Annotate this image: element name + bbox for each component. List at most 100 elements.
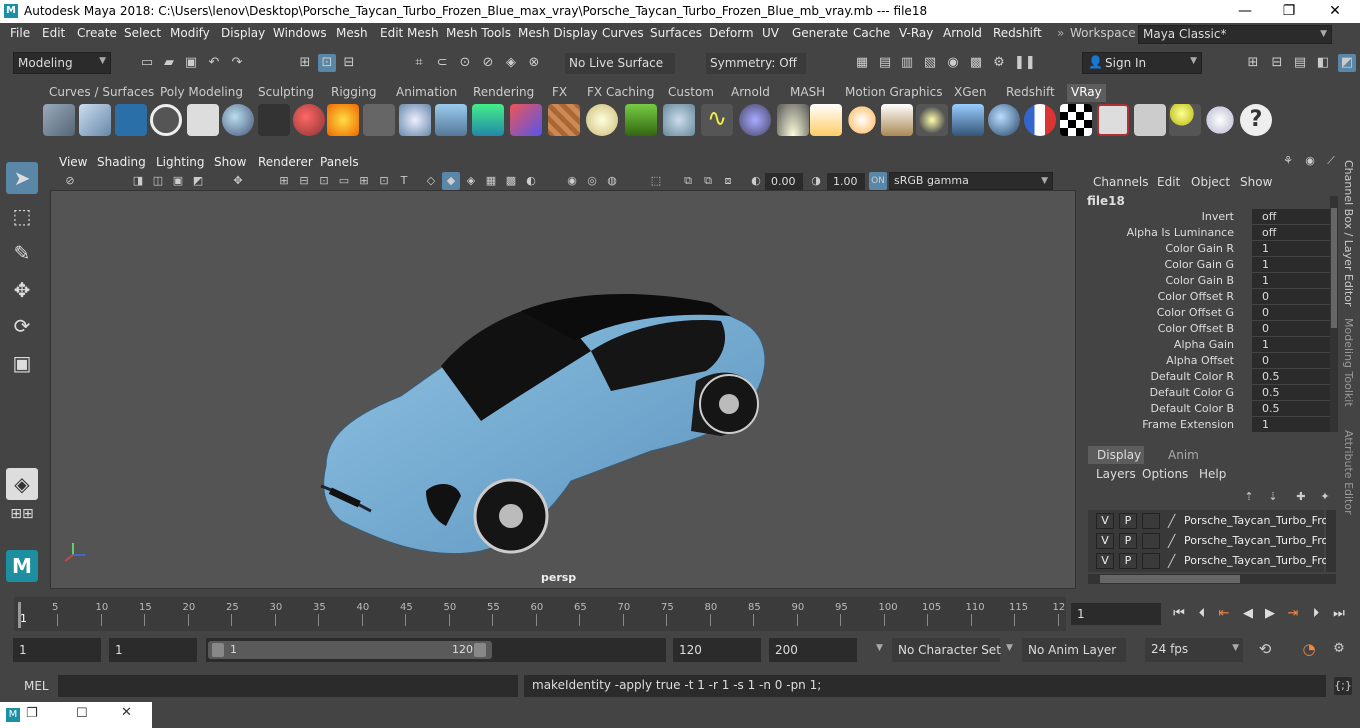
- layer-menu-options[interactable]: Options: [1142, 467, 1188, 481]
- viewport-menu-panels[interactable]: Panels: [320, 155, 359, 169]
- channel-box-icon[interactable]: ⚘: [1279, 152, 1297, 170]
- rotate-tool-icon[interactable]: ⟳: [6, 310, 38, 342]
- tab-vray[interactable]: VRay: [1067, 84, 1106, 102]
- live-surface-field[interactable]: No Live Surface: [565, 53, 675, 74]
- display-type-toggle[interactable]: [1142, 553, 1160, 569]
- tab-rendering[interactable]: Rendering: [469, 84, 538, 102]
- grid-icon[interactable]: ⊞: [275, 172, 293, 190]
- exposure-icon[interactable]: ◐: [747, 172, 765, 190]
- menu-mesh-tools[interactable]: Mesh Tools: [446, 26, 511, 40]
- new-layer-icon[interactable]: ✚: [1292, 488, 1310, 506]
- layer-row[interactable]: V P ╱ Porsche_Taycan_Turbo_Froz: [1092, 512, 1332, 530]
- layer-tab-display[interactable]: Display: [1088, 446, 1144, 464]
- playback-toggle[interactable]: P: [1119, 513, 1137, 529]
- color-management-toggle[interactable]: ON: [869, 172, 887, 190]
- new-layer-selected-icon[interactable]: ✦: [1316, 488, 1334, 506]
- layer-tab-anim[interactable]: Anim: [1168, 448, 1199, 462]
- channel-value[interactable]: 0: [1252, 321, 1330, 336]
- channelbox-scrollbar[interactable]: [1330, 196, 1338, 432]
- tab-attribute-editor[interactable]: Attribute Editor: [1342, 430, 1355, 515]
- channel-row-alpha-offset[interactable]: Alpha Offset 0: [1084, 353, 1330, 369]
- channel-row-color-gain-r[interactable]: Color Gain R 1: [1084, 241, 1330, 257]
- layer-color-icon[interactable]: ╱: [1168, 534, 1175, 548]
- start-time-field[interactable]: 1: [13, 638, 101, 662]
- vray-bulb-icon[interactable]: [1169, 104, 1201, 136]
- menu-modify[interactable]: Modify: [170, 26, 210, 40]
- select-hierarchy-icon[interactable]: ⊞: [296, 54, 314, 72]
- smooth-shade-icon[interactable]: ◆: [442, 172, 460, 190]
- channel-row-color-offset-g[interactable]: Color Offset G 0: [1084, 305, 1330, 321]
- vray-texture-icon[interactable]: [548, 104, 580, 136]
- channel-value[interactable]: 0.5: [1252, 401, 1330, 416]
- channel-value[interactable]: 1: [1252, 273, 1330, 288]
- lasso-tool-icon[interactable]: ⬚: [6, 200, 38, 232]
- channel-value[interactable]: 1: [1252, 417, 1330, 432]
- playback-start-field[interactable]: 1: [109, 638, 197, 662]
- menu-file[interactable]: File: [10, 26, 30, 40]
- channel-box-toggle-icon[interactable]: ▤: [1291, 54, 1309, 72]
- viewport-menu-shading[interactable]: Shading: [97, 155, 146, 169]
- vray-camera-icon[interactable]: [258, 104, 290, 136]
- save-scene-icon[interactable]: ▣: [182, 54, 200, 72]
- vray-spot-light-icon[interactable]: [810, 104, 842, 136]
- vray-omni-light-icon[interactable]: [846, 104, 878, 136]
- menuset-dropdown[interactable]: Modeling ▼: [13, 52, 111, 74]
- tab-mash[interactable]: MASH: [786, 84, 829, 102]
- channel-value[interactable]: 1: [1252, 337, 1330, 352]
- gamma-field[interactable]: 1.00: [827, 173, 865, 190]
- menu-generate[interactable]: Generate: [792, 26, 848, 40]
- vray-cone-icon[interactable]: [435, 104, 467, 136]
- command-lang-label[interactable]: MEL: [24, 679, 49, 693]
- channel-key-icon[interactable]: ⟋: [1322, 152, 1340, 170]
- maximize-button[interactable]: ❐: [1274, 2, 1304, 20]
- four-pane-layout-icon[interactable]: ⊞⊞: [6, 506, 38, 538]
- select-camera-icon[interactable]: ⬚: [647, 172, 665, 190]
- vray-dome-light-icon[interactable]: [777, 104, 809, 136]
- layer-menu-help[interactable]: Help: [1199, 467, 1226, 481]
- render-view-icon[interactable]: ▦: [853, 54, 871, 72]
- workspace-dropdown[interactable]: Maya Classic* ▼: [1138, 25, 1332, 44]
- tab-custom[interactable]: Custom: [664, 84, 718, 102]
- range-slider[interactable]: 1 120: [206, 638, 666, 662]
- safe-action-icon[interactable]: ⊡: [375, 172, 393, 190]
- tab-arnold[interactable]: Arnold: [727, 84, 774, 102]
- vray-sphere-light-icon[interactable]: [399, 104, 431, 136]
- snap-grid-icon[interactable]: ⌗: [410, 54, 428, 72]
- tool-settings-toggle-icon[interactable]: ⊟: [1268, 54, 1286, 72]
- redo-icon[interactable]: ↷: [228, 54, 246, 72]
- channelbox-menu-channels[interactable]: Channels: [1093, 175, 1149, 189]
- channel-row-invert[interactable]: Invert off: [1084, 209, 1330, 225]
- go-to-end-icon[interactable]: ⏭: [1331, 606, 1347, 622]
- channel-value[interactable]: 0.5: [1252, 369, 1330, 384]
- script-editor-icon[interactable]: {;}: [1334, 677, 1352, 695]
- vray-sphere-icon[interactable]: [739, 104, 771, 136]
- anim-layer-field[interactable]: No Anim Layer: [1022, 638, 1126, 662]
- channel-value[interactable]: 0.5: [1252, 385, 1330, 400]
- textured-icon[interactable]: ▦: [482, 172, 500, 190]
- viewport-menu-lighting[interactable]: Lighting: [156, 155, 205, 169]
- vray-frame-buffer-icon[interactable]: [115, 104, 147, 136]
- menu-arnold[interactable]: Arnold: [943, 26, 982, 40]
- vray-spline-icon[interactable]: ∿: [701, 104, 733, 136]
- channel-value[interactable]: 1: [1252, 257, 1330, 272]
- viewport-layout2-icon[interactable]: ⧉: [699, 172, 717, 190]
- channel-value[interactable]: off: [1252, 209, 1330, 224]
- menu-windows[interactable]: Windows: [273, 26, 327, 40]
- vray-checker-icon[interactable]: [1060, 104, 1092, 136]
- restore-icon[interactable]: ❐: [26, 706, 38, 721]
- auto-key-icon[interactable]: ◔: [1300, 640, 1318, 658]
- vray-fire-icon[interactable]: [327, 104, 359, 136]
- layer-name[interactable]: Porsche_Taycan_Turbo_Froz: [1184, 514, 1332, 527]
- menu-mesh-display[interactable]: Mesh Display: [518, 26, 598, 40]
- channel-settings-icon[interactable]: ◉: [1301, 152, 1319, 170]
- tab-animation[interactable]: Animation: [392, 84, 461, 102]
- fps-dropdown[interactable]: 24 fps ▼: [1145, 638, 1243, 662]
- colorspace-dropdown[interactable]: sRGB gamma ▼: [889, 172, 1053, 190]
- channel-value[interactable]: 0: [1252, 289, 1330, 304]
- vray-mesh-export-icon[interactable]: [43, 104, 75, 136]
- next-key-icon[interactable]: ⇥: [1285, 606, 1301, 622]
- tab-rigging[interactable]: Rigging: [327, 84, 380, 102]
- vray-particles-icon[interactable]: [663, 104, 695, 136]
- attribute-editor-toggle-icon[interactable]: ⊞: [1244, 54, 1262, 72]
- bookmark-icon[interactable]: ◫: [149, 172, 167, 190]
